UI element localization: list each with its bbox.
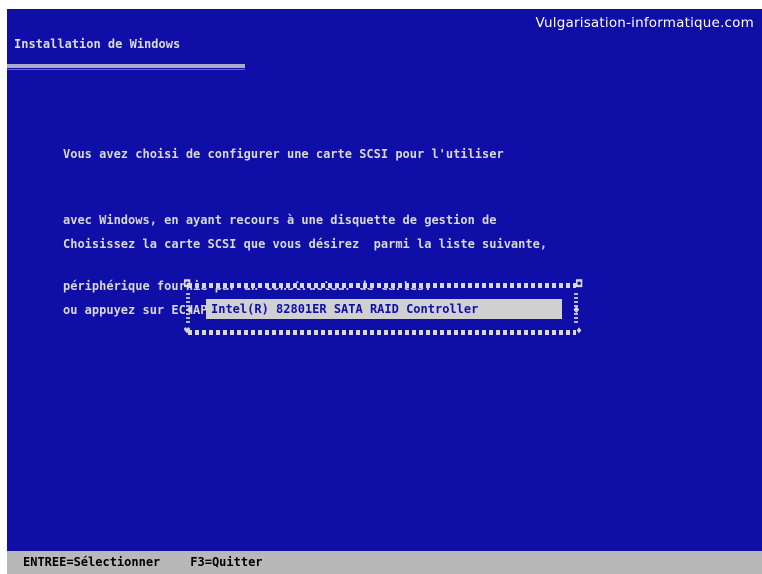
corner-icon: ♦: [575, 326, 582, 337]
watermark-text: Vulgarisation-informatique.com: [535, 15, 754, 31]
scroll-arrow-icon[interactable]: ♦: [573, 303, 580, 317]
status-bar: ENTREE=Sélectionner F3=Quitter: [7, 551, 762, 574]
window-title: Installation de Windows: [14, 37, 181, 51]
title-underline-shadow: [7, 69, 245, 70]
instruction-line: Vous avez choisi de configurer une carte…: [63, 147, 504, 161]
corner-icon: ♥: [184, 326, 191, 337]
quit-key-hint[interactable]: F3=Quitter: [190, 551, 262, 574]
scsi-adapter-listbox[interactable]: ◘ ◘ ♥ ♦ ♦ ♦ Intel(R) 82801ER SATA RAID C…: [184, 279, 582, 337]
listbox-border-bottom: [188, 330, 576, 335]
corner-icon: ◘: [184, 279, 191, 290]
corner-icon: ◘: [575, 279, 582, 290]
select-key-hint[interactable]: ENTREE=Sélectionner: [23, 551, 160, 574]
scroll-arrow-icon[interactable]: ♦: [186, 303, 193, 317]
listbox-border-top: [188, 283, 576, 288]
instruction-paragraph-2: Choisissez la carte SCSI que vous désire…: [63, 189, 547, 365]
list-item-intel-sata-raid[interactable]: Intel(R) 82801ER SATA RAID Controller: [206, 299, 562, 319]
title-underline: [7, 64, 245, 68]
setup-screen: Vulgarisation-informatique.com Installat…: [7, 9, 762, 574]
instruction-line: Choisissez la carte SCSI que vous désire…: [63, 237, 548, 251]
